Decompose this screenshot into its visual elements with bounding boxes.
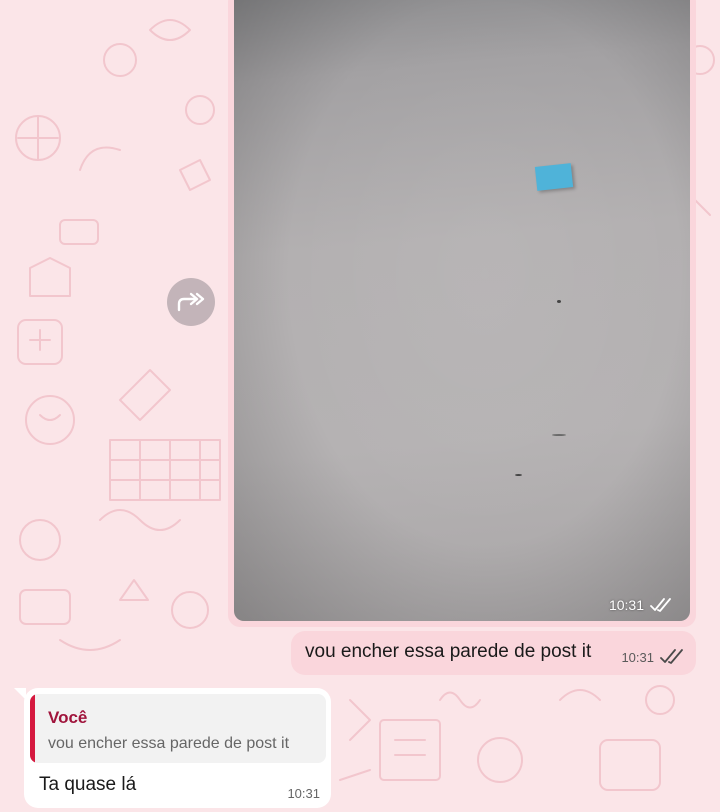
outgoing-image-message[interactable]: 10:31: [228, 0, 696, 627]
forward-button[interactable]: [167, 278, 215, 326]
photo-shading: [234, 0, 690, 621]
double-check-icon: [660, 649, 683, 664]
message-time: 10:31: [621, 649, 654, 665]
wall-speck: [515, 474, 522, 476]
quoted-text: vou encher essa parede de post it: [48, 735, 290, 752]
quoted-author: Você: [48, 708, 88, 727]
post-it-note: [534, 163, 574, 191]
quoted-message[interactable]: Você vou encher essa parede de post it: [30, 694, 326, 763]
bubble-tail: [14, 688, 26, 700]
message-time: 10:31: [287, 786, 320, 801]
incoming-reply-message[interactable]: Você vou encher essa parede de post it T…: [14, 688, 331, 808]
message-text: Ta quase lá: [39, 774, 137, 795]
message-meta: 10:31: [621, 649, 684, 665]
image-time: 10:31: [608, 597, 644, 613]
image-meta: 10:31: [609, 597, 672, 613]
quote-accent-bar: [30, 694, 35, 763]
message-text: vou encher essa parede de post it: [305, 641, 592, 662]
outgoing-text-message[interactable]: vou encher essa parede de post it 10:31: [291, 631, 696, 675]
wall-photo[interactable]: 10:31: [234, 0, 690, 621]
wall-speck: [552, 434, 566, 436]
forward-icon: [177, 292, 205, 312]
double-check-icon: [650, 598, 671, 612]
wall-speck: [557, 300, 561, 303]
